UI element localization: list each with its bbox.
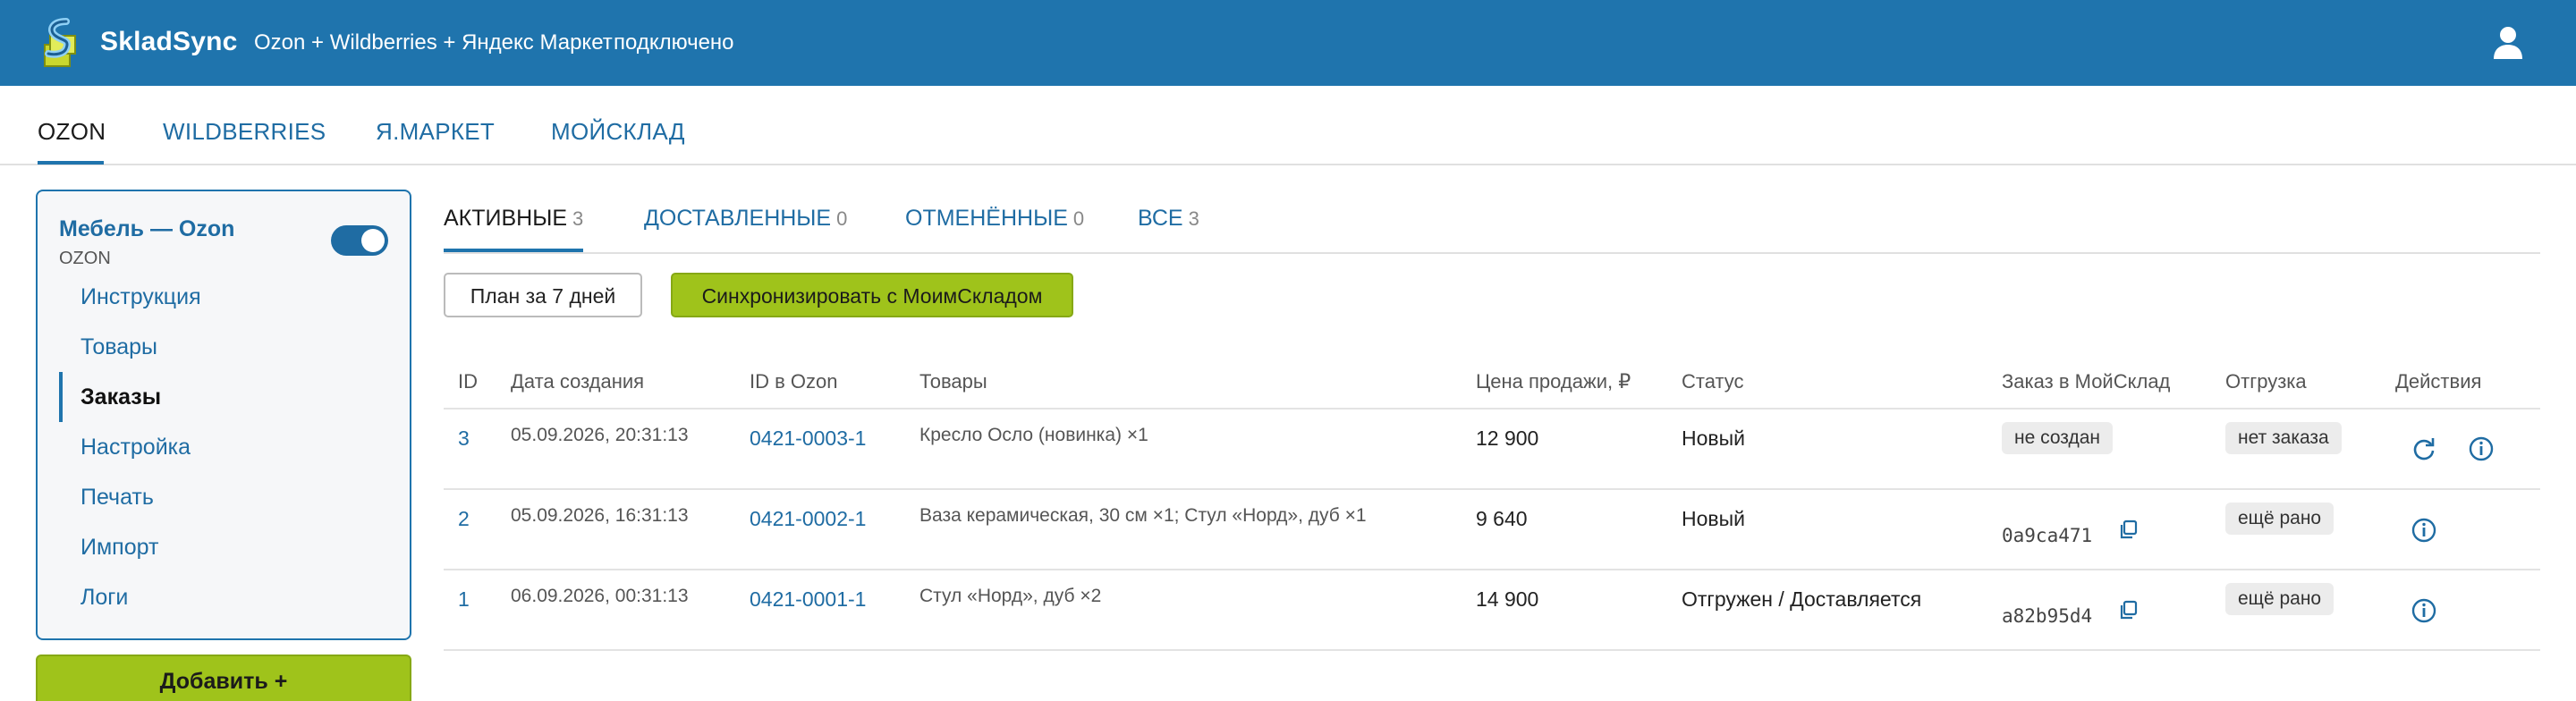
- column-header-status: Статус: [1682, 370, 1744, 393]
- refresh-icon[interactable]: [2411, 435, 2437, 462]
- order-id-link[interactable]: 3: [458, 427, 470, 451]
- tab-label: ОТМЕНЁННЫЕ: [905, 206, 1068, 231]
- order-status: Новый: [1682, 507, 1745, 530]
- tab-label: АКТИВНЫЕ: [444, 206, 568, 231]
- copy-icon[interactable]: [2117, 599, 2140, 622]
- order-id-link[interactable]: 1: [458, 587, 470, 612]
- sidebar-item-instructions[interactable]: Инструкция: [80, 284, 201, 310]
- tab-delivered-orders[interactable]: ДОСТАВЛЕННЫЕ 0: [644, 206, 847, 232]
- shop-title: Мебель — Ozon: [59, 216, 235, 241]
- column-header-ozon-id: ID в Ozon: [750, 370, 838, 393]
- add-shop-button[interactable]: Добавить +: [36, 655, 411, 701]
- copy-icon[interactable]: [2117, 519, 2140, 542]
- user-account-icon[interactable]: [2492, 25, 2524, 61]
- ozon-order-link[interactable]: 0421-0001-1: [750, 587, 866, 612]
- order-status: Отгружен / Доставляется: [1682, 587, 1922, 611]
- order-items: Кресло Осло (новинка) ×1: [919, 425, 1148, 445]
- ms-order-badge: не создан: [2002, 422, 2113, 454]
- info-icon[interactable]: [2468, 435, 2495, 462]
- shipment-badge: ещё рано: [2225, 583, 2334, 615]
- tab-yandex-market[interactable]: Я.МАРКЕТ: [376, 118, 495, 146]
- ozon-order-link[interactable]: 0421-0003-1: [750, 427, 866, 451]
- tab-wildberries[interactable]: WILDBERRIES: [163, 118, 326, 146]
- connection-status: подключено: [614, 30, 734, 55]
- order-price: 9 640: [1476, 507, 1528, 530]
- tab-count: 3: [572, 207, 584, 230]
- row-divider: [444, 569, 2540, 570]
- column-header-created: Дата создания: [511, 370, 645, 393]
- sidebar-item-logs[interactable]: Логи: [80, 585, 128, 611]
- order-created: 05.09.2026, 16:31:13: [511, 505, 689, 526]
- sidebar-item-settings[interactable]: Настройка: [80, 435, 191, 460]
- order-status-tabs: АКТИВНЫЕ 3 ДОСТАВЛЕННЫЕ 0 ОТМЕНЁННЫЕ 0 ВСЕ 3: [444, 190, 2540, 254]
- tab-count: 0: [1072, 207, 1085, 230]
- top-header: SkladSync Ozon + Wildberries + Яндекс Ма…: [0, 0, 2576, 86]
- header-subtitle: Ozon + Wildberries + Яндекс Маркет: [254, 30, 613, 55]
- toggle-knob: [361, 229, 385, 252]
- ms-order-code: a82b95d4: [2002, 605, 2093, 627]
- sidebar-item-orders[interactable]: Заказы: [80, 384, 161, 410]
- sidebar-item-import[interactable]: Импорт: [80, 535, 158, 561]
- brand-name: SkladSync: [100, 27, 238, 56]
- column-header-actions: Действия: [2395, 370, 2482, 393]
- order-id-link[interactable]: 2: [458, 507, 470, 531]
- skladsync-logo-icon: [44, 18, 76, 67]
- order-items: Ваза керамическая, 30 см ×1; Стул «Норд»…: [919, 505, 1367, 526]
- info-icon[interactable]: [2411, 597, 2437, 624]
- row-divider: [444, 408, 2540, 410]
- row-divider: [444, 649, 2540, 651]
- tab-count: 0: [836, 207, 848, 230]
- plan-7-days-button[interactable]: План за 7 дней: [444, 273, 642, 317]
- order-created: 05.09.2026, 20:31:13: [511, 425, 689, 445]
- column-header-id: ID: [458, 370, 478, 393]
- tab-label: ДОСТАВЛЕННЫЕ: [644, 206, 832, 231]
- shop-enabled-toggle[interactable]: [331, 225, 388, 256]
- sidebar-active-indicator: [59, 372, 63, 422]
- tab-moysklad[interactable]: МОЙСКЛАД: [551, 118, 685, 146]
- order-price: 14 900: [1476, 587, 1539, 611]
- tab-count: 3: [1188, 207, 1199, 230]
- sync-moysklad-button[interactable]: Синхронизировать с МоимСкладом: [671, 273, 1073, 317]
- sidebar-item-print[interactable]: Печать: [80, 485, 154, 511]
- tab-active-orders[interactable]: АКТИВНЫЕ 3: [444, 206, 583, 232]
- order-status: Новый: [1682, 427, 1745, 450]
- column-header-shipment: Отгрузка: [2225, 370, 2307, 393]
- tab-label: ВСЕ: [1138, 206, 1183, 231]
- shop-sidebar: Мебель — Ozon OZON Инструкция Товары Зак…: [36, 190, 411, 640]
- ms-order-code: 0a9ca471: [2002, 525, 2093, 546]
- active-status-underline: [444, 249, 583, 252]
- sidebar-item-products[interactable]: Товары: [80, 334, 157, 360]
- order-items: Стул «Норд», дуб ×2: [919, 586, 1102, 606]
- order-created: 06.09.2026, 00:31:13: [511, 586, 689, 606]
- shipment-badge: нет заказа: [2225, 422, 2342, 454]
- ozon-order-link[interactable]: 0421-0002-1: [750, 507, 866, 531]
- column-header-items: Товары: [919, 370, 987, 393]
- marketplace-tabs: OZON WILDBERRIES Я.МАРКЕТ МОЙСКЛАД: [0, 86, 2576, 165]
- tab-cancelled-orders[interactable]: ОТМЕНЁННЫЕ 0: [905, 206, 1084, 232]
- info-icon[interactable]: [2411, 517, 2437, 544]
- shipment-badge: ещё рано: [2225, 503, 2334, 535]
- tab-ozon[interactable]: OZON: [38, 118, 106, 146]
- active-tab-underline: [38, 161, 104, 165]
- column-header-price: Цена продажи, ₽: [1476, 370, 1631, 393]
- shop-marketplace: OZON: [59, 249, 111, 268]
- row-divider: [444, 488, 2540, 490]
- column-header-ms-order: Заказ в МойСклад: [2002, 370, 2171, 393]
- tab-all-orders[interactable]: ВСЕ 3: [1138, 206, 1199, 232]
- order-price: 12 900: [1476, 427, 1539, 450]
